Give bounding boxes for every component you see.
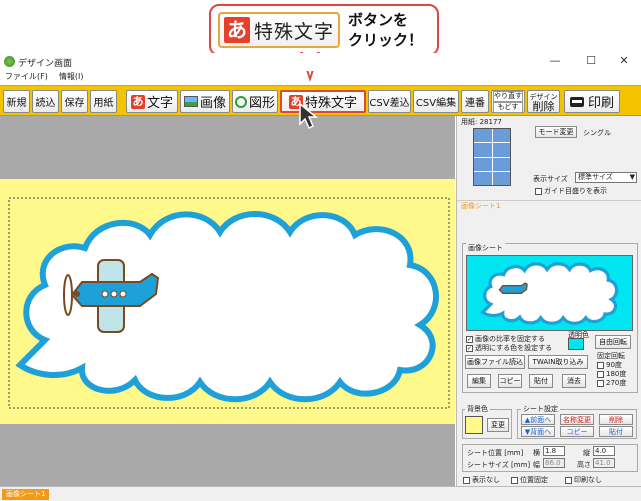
bring-front-button[interactable]: ▲前面へ (521, 414, 555, 425)
shape-button[interactable]: 図形 (232, 90, 278, 113)
print-button[interactable]: 印刷 (564, 90, 620, 113)
callout-special-char-button: あ 特殊文字 (218, 12, 340, 48)
delete-design-button[interactable]: デザイン 削除 (527, 90, 560, 113)
callout-button-label: 特殊文字 (254, 20, 335, 43)
load-button[interactable]: 読込 (32, 90, 59, 113)
rotate-270-checkbox[interactable]: 270度 (597, 378, 626, 388)
sheet-height-input[interactable]: 41.0 (593, 458, 615, 468)
menu-bar: ファイル(F) 情報(I) (0, 71, 641, 85)
hide-checkbox[interactable]: 表示なし (463, 475, 500, 485)
window-title: デザイン画面 (18, 59, 73, 69)
paper-layout-preview[interactable] (473, 128, 511, 186)
new-button[interactable]: 新規 (3, 90, 30, 113)
printer-icon (569, 96, 584, 107)
no-print-checkbox[interactable]: 印刷なし (565, 475, 602, 485)
callout-instruction: ボタンを クリック！ (348, 11, 424, 49)
send-back-button[interactable]: ▼背面へ (521, 426, 555, 437)
csv-import-button[interactable]: CSV差込 (368, 90, 411, 113)
mouse-cursor-icon (299, 102, 319, 130)
maximize-button[interactable]: ☐ (576, 54, 606, 70)
paste-button[interactable]: 貼付 (529, 374, 553, 388)
close-button[interactable]: ✕ (609, 54, 639, 70)
position-lock-checkbox[interactable]: 位置固定 (511, 475, 548, 485)
edit-button[interactable]: 編集 (467, 374, 491, 388)
undo-button[interactable]: やり直す (493, 90, 523, 102)
menu-file[interactable]: ファイル(F) (5, 72, 48, 81)
mode-value: シングル (583, 129, 611, 137)
menu-info[interactable]: 情報(I) (59, 72, 84, 81)
special-char-button[interactable]: あ特殊文字 (280, 90, 366, 113)
display-size-select[interactable]: 標準サイズ ▼ (575, 172, 637, 183)
rename-button[interactable]: 名称変更 (560, 414, 594, 425)
properties-panel: 用紙: 28177 モード変更 シングル 表示サイズ 標準サイズ ▼ ガイド目盛り… (456, 116, 641, 486)
toolbar: 新規 読込 保存 用紙 あ文字 画像 図形 あ特殊文字 CSV差込 CSV編集 … (0, 85, 641, 116)
sheet-paste-button[interactable]: 貼付 (599, 426, 633, 437)
undo-redo-group: やり直す もどす (491, 90, 525, 113)
selected-sheet-header: 画像シート1 (457, 200, 641, 211)
image-button[interactable]: 画像 (180, 90, 230, 113)
chevron-down-icon: ▼ (629, 173, 635, 181)
bg-color-swatch[interactable] (465, 416, 483, 434)
sheet-copy-button[interactable]: コピー (560, 426, 594, 437)
redo-button[interactable]: もどす (493, 101, 523, 113)
text-button[interactable]: あ文字 (126, 90, 178, 113)
app-icon (4, 56, 15, 67)
free-rotate-button[interactable]: 自由回転 (595, 335, 631, 349)
display-size-label: 表示サイズ (533, 175, 568, 183)
mode-change-button[interactable]: モード変更 (535, 126, 577, 138)
save-button[interactable]: 保存 (61, 90, 88, 113)
guide-checkbox[interactable]: ガイド目盛りを表示 (535, 186, 607, 196)
erase-button[interactable]: 消去 (562, 374, 586, 388)
image-preview (466, 255, 633, 331)
cloud-speech-image[interactable] (0, 190, 455, 420)
hiragana-a-icon: あ (130, 94, 145, 109)
load-image-file-button[interactable]: 画像ファイル読込 (465, 355, 525, 369)
twain-import-button[interactable]: TWAIN取り込み (528, 355, 588, 369)
sheet-x-input[interactable]: 1.8 (543, 446, 565, 456)
status-bar: 画像シート1 (0, 486, 641, 501)
preview-cloud (480, 262, 619, 325)
sheet-width-input[interactable]: 86.0 (543, 458, 565, 468)
copy-button[interactable]: コピー (498, 374, 522, 388)
bg-color-change-button[interactable]: 変更 (487, 418, 509, 432)
hiragana-a-icon: あ (224, 17, 250, 43)
title-bar: デザイン画面 — ☐ ✕ (0, 53, 641, 71)
serial-number-button[interactable]: 連番 (461, 90, 489, 113)
minimize-button[interactable]: — (540, 54, 570, 70)
paper-label: 用紙: 28177 (461, 118, 502, 126)
circle-shape-icon (234, 95, 247, 108)
paper-button[interactable]: 用紙 (90, 90, 117, 113)
transparent-color-checkbox[interactable]: ✓ 透明にする色を設定する (466, 343, 552, 353)
sheet-delete-button[interactable]: 削除 (599, 414, 633, 425)
landscape-image-icon (183, 96, 198, 107)
transparent-color-swatch[interactable] (568, 338, 584, 350)
sheet-tab[interactable]: 画像シート1 (2, 489, 50, 500)
csv-edit-button[interactable]: CSV編集 (413, 90, 459, 113)
sheet-y-input[interactable]: 4.0 (593, 446, 615, 456)
